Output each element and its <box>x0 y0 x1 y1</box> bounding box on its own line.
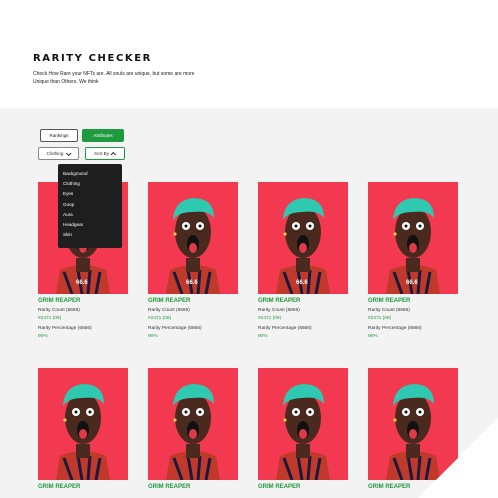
nft-avatar-image: 66.6 <box>276 198 330 294</box>
nft-card[interactable]: GRIM REAPER <box>38 368 128 498</box>
clothing-dropdown[interactable]: Clothing <box>38 147 79 160</box>
tab-attributes[interactable]: Attributes <box>82 129 124 142</box>
nft-avatar-image <box>56 384 110 480</box>
nft-image[interactable]: 66.6 <box>368 182 458 294</box>
menu-item-goop[interactable]: Goop <box>63 200 122 210</box>
sort-by-dropdown[interactable]: Sort By <box>85 147 125 160</box>
nft-card[interactable]: GRIM REAPER <box>148 368 238 498</box>
menu-item-background[interactable]: Background <box>63 169 122 179</box>
card-title: GRIM REAPER <box>258 298 301 304</box>
rarity-percentage-value: 90% <box>38 334 48 339</box>
rarity-percentage-label: Rarity Percentage (6666) <box>38 326 92 331</box>
tab-rankings[interactable]: Rankings <box>40 129 78 142</box>
card-title: GRIM REAPER <box>148 298 191 304</box>
nft-image[interactable] <box>148 368 238 480</box>
page-corner-decoration <box>418 418 498 498</box>
menu-item-clothing[interactable]: Clothing <box>63 179 122 189</box>
svg-text:66.6: 66.6 <box>186 280 198 286</box>
rarity-count-label: Rarity Count (6666) <box>148 308 190 313</box>
page-title: RARITY CHECKER <box>33 53 152 64</box>
page-subtitle: Check How Rare your NFTs are. All souls … <box>33 71 195 85</box>
chevron-up-icon <box>110 151 117 158</box>
nft-card[interactable]: 66.6 GRIM REAPER Rarity Count (6666) #24… <box>148 182 238 342</box>
card-title: GRIM REAPER <box>368 484 411 490</box>
svg-text:66.6: 66.6 <box>76 280 88 286</box>
rarity-percentage-label: Rarity Percentage (6666) <box>258 326 312 331</box>
card-title: GRIM REAPER <box>38 484 81 490</box>
nft-image[interactable] <box>38 368 128 480</box>
page-header: RARITY CHECKER Check How Rare your NFTs … <box>0 0 498 108</box>
rarity-percentage-label: Rarity Percentage (6666) <box>368 326 422 331</box>
nft-image[interactable] <box>258 368 348 480</box>
rarity-count-label: Rarity Count (6666) <box>38 308 80 313</box>
menu-item-eyes[interactable]: Eyes <box>63 189 122 199</box>
rarity-percentage-value: 90% <box>148 334 158 339</box>
nft-card[interactable]: 66.6 GRIM REAPER Rarity Count (6666) #24… <box>368 182 458 342</box>
rarity-percentage-label: Rarity Percentage (6666) <box>148 326 202 331</box>
card-title: GRIM REAPER <box>148 484 191 490</box>
chevron-down-icon <box>66 149 72 156</box>
attribute-menu: Background Clothing Eyes Goop Aura Headg… <box>58 164 122 248</box>
rarity-count-value: #2471 (09) <box>38 316 62 321</box>
nft-avatar-image: 66.6 <box>386 198 440 294</box>
clothing-dropdown-label: Clothing <box>46 151 64 156</box>
rarity-count-value: #2471 (09) <box>258 316 282 321</box>
menu-item-skin[interactable]: Skin <box>63 230 122 240</box>
nft-avatar-image: 66.6 <box>166 198 220 294</box>
rarity-count-label: Rarity Count (6666) <box>368 308 410 313</box>
menu-item-aura[interactable]: Aura <box>63 210 122 220</box>
nft-image[interactable]: 66.6 <box>148 182 238 294</box>
sort-by-dropdown-label: Sort By <box>93 151 110 156</box>
card-title: GRIM REAPER <box>258 484 301 490</box>
nft-card[interactable]: 66.6 GRIM REAPER Rarity Count (6666) #24… <box>258 182 348 342</box>
nft-avatar-image <box>276 384 330 480</box>
nft-avatar-image <box>166 384 220 480</box>
svg-text:66.6: 66.6 <box>406 280 418 286</box>
rarity-count-value: #2471 (09) <box>148 316 172 321</box>
svg-text:66.6: 66.6 <box>296 280 308 286</box>
rarity-percentage-value: 90% <box>258 334 268 339</box>
card-title: GRIM REAPER <box>368 298 411 304</box>
rarity-count-value: #2471 (09) <box>368 316 392 321</box>
rarity-percentage-value: 90% <box>368 334 378 339</box>
rarity-count-label: Rarity Count (6666) <box>258 308 300 313</box>
menu-item-headgear[interactable]: Headgear <box>63 220 122 230</box>
nft-card[interactable]: GRIM REAPER <box>258 368 348 498</box>
card-title: GRIM REAPER <box>38 298 81 304</box>
nft-image[interactable]: 66.6 <box>258 182 348 294</box>
